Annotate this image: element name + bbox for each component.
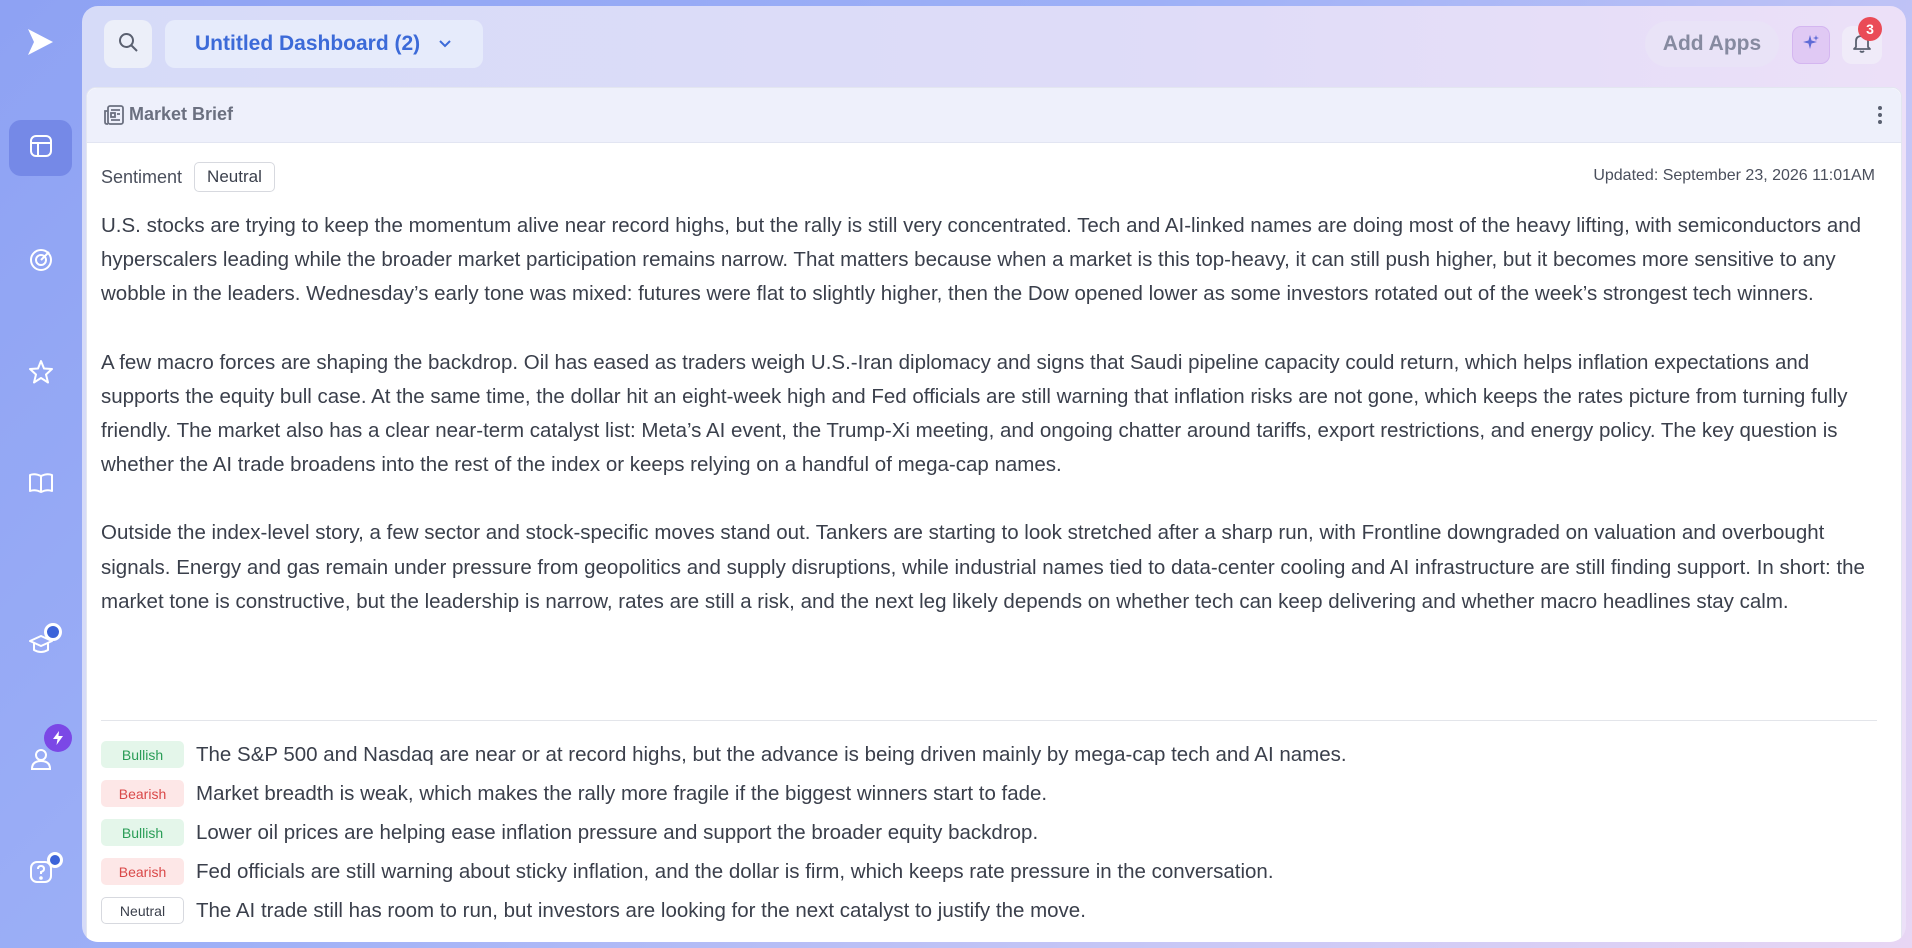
point-text: Lower oil prices are helping ease inflat… bbox=[196, 820, 1039, 844]
sidebar bbox=[0, 0, 80, 948]
point-text: Fed officials are still warning about st… bbox=[196, 859, 1274, 883]
list-item: Bearish Fed officials are still warning … bbox=[101, 852, 1877, 891]
radar-icon bbox=[27, 246, 55, 279]
sentiment-row: Sentiment Neutral bbox=[101, 162, 275, 192]
sidebar-item-library[interactable] bbox=[9, 457, 72, 513]
layout-icon bbox=[27, 132, 55, 165]
add-apps-button[interactable]: Add Apps bbox=[1645, 21, 1779, 67]
book-icon bbox=[27, 469, 55, 502]
point-text: Market breadth is weak, which makes the … bbox=[196, 781, 1048, 805]
star-icon bbox=[27, 358, 55, 391]
bearish-tag: Bearish bbox=[101, 780, 184, 807]
list-item: Bearish Market breadth is weak, which ma… bbox=[101, 774, 1877, 813]
search-button[interactable] bbox=[104, 20, 152, 68]
dashboard-selector[interactable]: Untitled Dashboard (2) bbox=[165, 20, 483, 68]
brief-paragraph: Outside the index-level story, a few sec… bbox=[101, 521, 1865, 613]
sentiment-badge: Neutral bbox=[194, 162, 275, 192]
market-brief-widget: Market Brief Sentiment Neutral Updated: … bbox=[86, 87, 1902, 942]
brief-paragraph: U.S. stocks are trying to keep the momen… bbox=[101, 214, 1862, 306]
bullish-tag: Bullish bbox=[101, 741, 184, 768]
sidebar-item-dashboards[interactable] bbox=[9, 120, 72, 176]
brief-body: U.S. stocks are trying to keep the momen… bbox=[101, 209, 1877, 653]
divider bbox=[101, 720, 1877, 721]
main-panel: Untitled Dashboard (2) Add Apps 3 Market… bbox=[82, 6, 1906, 942]
widget-title: Market Brief bbox=[129, 104, 234, 124]
bearish-tag: Bearish bbox=[101, 858, 184, 885]
list-item: Bullish The S&P 500 and Nasdaq are near … bbox=[101, 735, 1877, 774]
search-icon bbox=[117, 31, 139, 58]
newspaper-icon bbox=[102, 103, 126, 132]
list-item: Neutral The AI trade still has room to r… bbox=[101, 891, 1877, 930]
neutral-tag: Neutral bbox=[101, 897, 184, 924]
lightning-badge-icon bbox=[44, 724, 72, 752]
sentiment-label: Sentiment bbox=[101, 166, 183, 187]
notification-dot-icon bbox=[47, 852, 63, 868]
topbar: Untitled Dashboard (2) Add Apps 3 bbox=[82, 6, 1906, 80]
app-logo-icon[interactable] bbox=[24, 26, 56, 58]
widget-header: Market Brief bbox=[87, 88, 1901, 143]
sidebar-item-learning[interactable] bbox=[9, 618, 72, 674]
notification-dot-icon bbox=[44, 623, 62, 641]
brief-paragraph: A few macro forces are shaping the backd… bbox=[101, 350, 1848, 477]
updated-timestamp: Updated: September 23, 2026 11:01AM bbox=[1593, 167, 1875, 184]
bullish-tag: Bullish bbox=[101, 819, 184, 846]
sparkle-icon bbox=[1801, 33, 1821, 58]
list-item: Bullish Lower oil prices are helping eas… bbox=[101, 813, 1877, 852]
point-text: The S&P 500 and Nasdaq are near or at re… bbox=[196, 742, 1347, 766]
sidebar-item-activity[interactable] bbox=[9, 234, 72, 290]
ai-assistant-button[interactable] bbox=[1792, 26, 1830, 64]
sidebar-item-help[interactable] bbox=[9, 846, 72, 902]
notification-count-badge: 3 bbox=[1858, 17, 1882, 41]
chevron-down-icon bbox=[438, 39, 452, 49]
sidebar-item-favorites[interactable] bbox=[9, 346, 72, 402]
point-text: The AI trade still has room to run, but … bbox=[196, 898, 1086, 922]
more-options-icon[interactable] bbox=[1877, 104, 1883, 131]
dashboard-title: Untitled Dashboard (2) bbox=[195, 32, 421, 55]
key-points-list: Bullish The S&P 500 and Nasdaq are near … bbox=[101, 735, 1877, 930]
